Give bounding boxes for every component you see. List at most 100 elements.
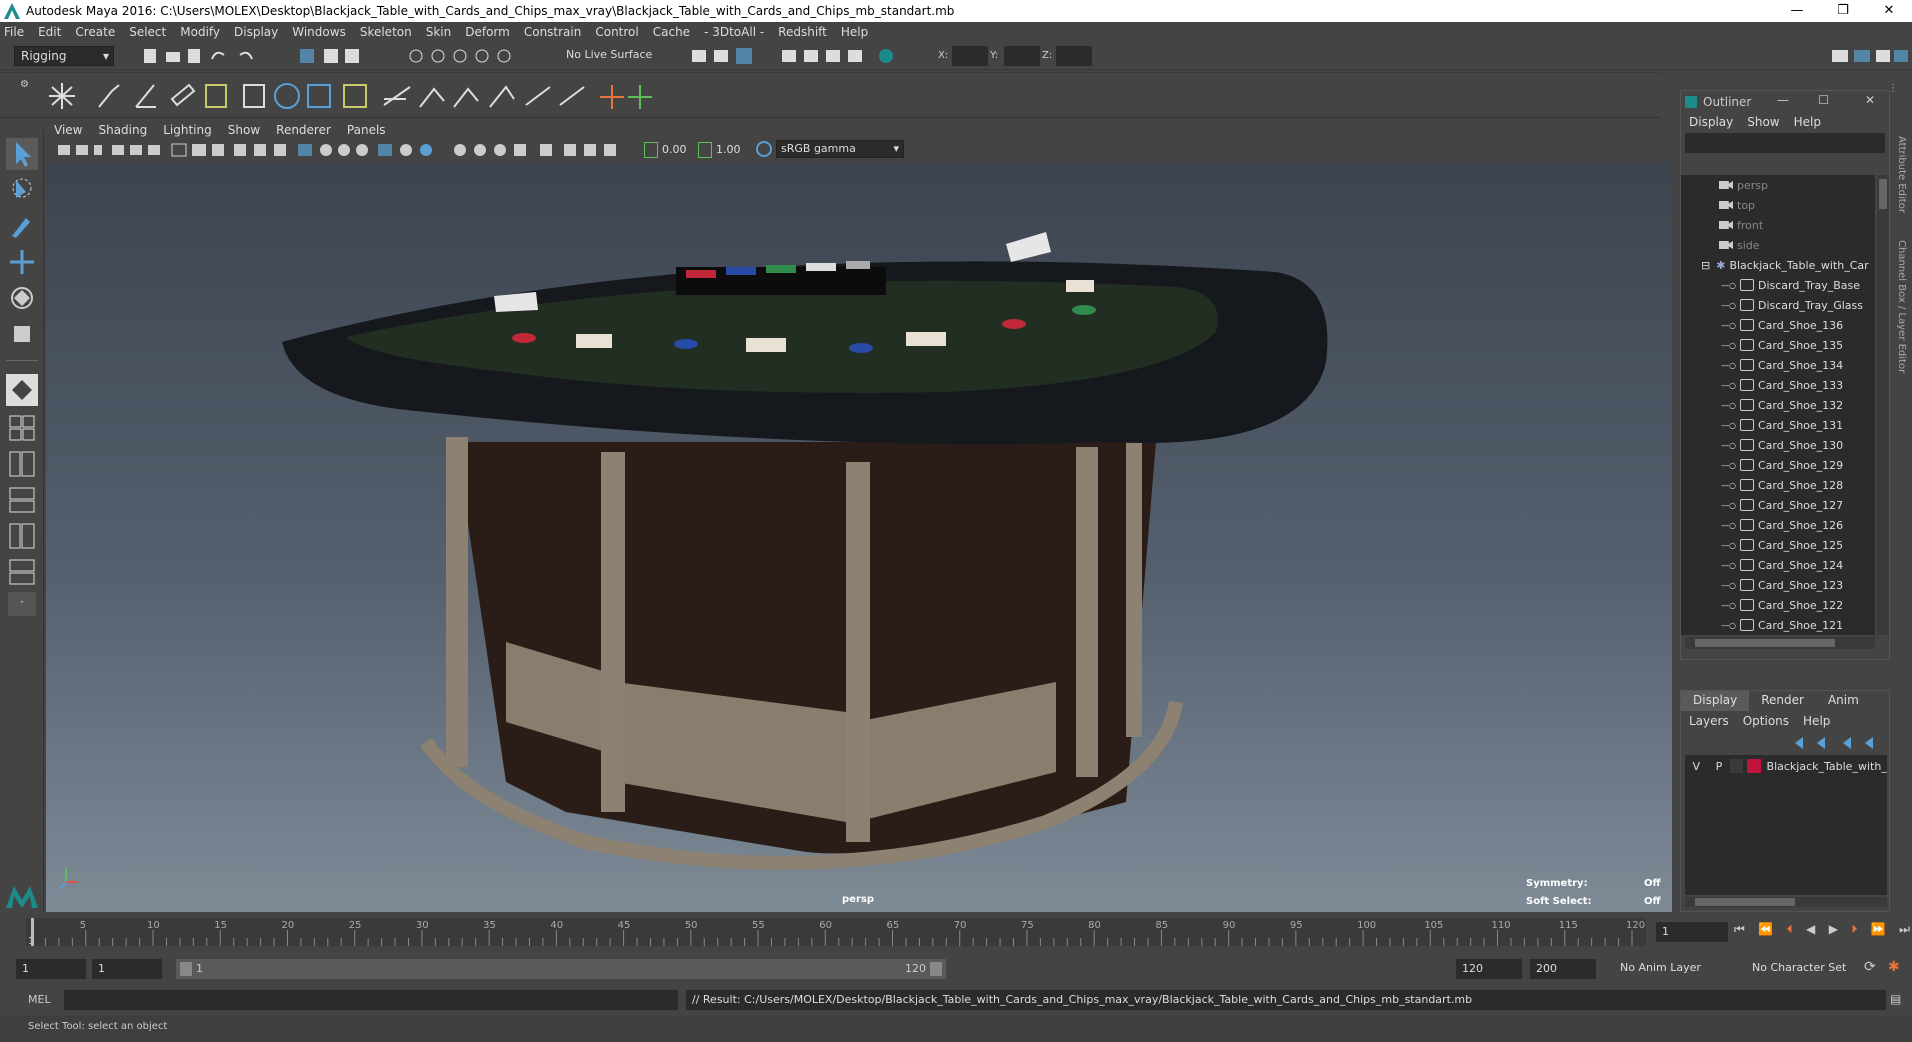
gamma-icon[interactable] xyxy=(698,142,712,158)
viewport-menu-lighting[interactable]: Lighting xyxy=(163,123,212,137)
layer-row[interactable]: V P Blackjack_Table_with_C xyxy=(1685,755,1887,777)
minimize-button[interactable]: — xyxy=(1774,0,1820,22)
workspace-icons[interactable] xyxy=(1830,47,1910,65)
maximize-icon[interactable]: ☐ xyxy=(1818,93,1829,107)
statusline-icons[interactable] xyxy=(140,47,780,65)
perspective-viewport[interactable]: persp Symmetry: Off Soft Select: Off xyxy=(46,162,1672,912)
outliner-hscrollbar[interactable] xyxy=(1685,637,1875,649)
gamma-field[interactable]: 1.00 xyxy=(716,143,741,156)
menu-windows[interactable]: Windows xyxy=(292,25,346,39)
panel-toolbar-icons[interactable] xyxy=(54,141,734,159)
layer-type-toggle[interactable] xyxy=(1730,759,1744,773)
layout-more-icon[interactable]: · xyxy=(8,592,36,616)
x-input[interactable] xyxy=(952,46,988,66)
attribute-editor-tab[interactable]: Attribute Editor xyxy=(1896,136,1907,213)
playback-end-field[interactable]: 120 xyxy=(1456,959,1522,979)
persp-graph-layout-icon[interactable] xyxy=(6,484,38,516)
command-input[interactable] xyxy=(64,990,678,1010)
outliner-item[interactable]: —○ Card_Shoe_132 xyxy=(1681,395,1875,415)
menu-control[interactable]: Control xyxy=(595,25,638,39)
menu-help[interactable]: Help xyxy=(841,25,868,39)
close-icon[interactable]: ✕ xyxy=(1865,93,1875,107)
anim-layer-dropdown[interactable]: No Anim Layer xyxy=(1620,961,1730,974)
menu-skin[interactable]: Skin xyxy=(426,25,452,39)
outliner-item[interactable]: top xyxy=(1681,195,1875,215)
menu-set-dropdown[interactable]: Rigging ▾ xyxy=(14,46,114,66)
viewport-menu-view[interactable]: View xyxy=(54,123,82,137)
timeline-ruler[interactable]: 1510152025303540455055606570758085909510… xyxy=(26,918,1646,946)
outliner-item[interactable]: front xyxy=(1681,215,1875,235)
menu-file[interactable]: File xyxy=(4,25,24,39)
select-tool-icon[interactable] xyxy=(6,138,38,170)
play-forwards-icon[interactable]: ▶ xyxy=(1829,922,1838,942)
go-to-end-icon[interactable]: ⏭ xyxy=(1899,922,1910,942)
range-start-handle[interactable] xyxy=(180,962,192,976)
layer-tab-anim[interactable]: Anim xyxy=(1816,691,1871,711)
menu-select[interactable]: Select xyxy=(129,25,166,39)
play-backwards-icon[interactable]: ◀ xyxy=(1806,922,1815,942)
animation-start-field[interactable]: 1 xyxy=(16,959,86,979)
restore-button[interactable]: ❐ xyxy=(1820,0,1866,22)
outliner-item[interactable]: —○ Card_Shoe_121 xyxy=(1681,615,1875,635)
layer-menu-help[interactable]: Help xyxy=(1803,714,1830,728)
viewport-menu-panels[interactable]: Panels xyxy=(347,123,386,137)
move-tool-icon[interactable] xyxy=(6,246,38,278)
viewport-menu-show[interactable]: Show xyxy=(228,123,260,137)
scale-tool-icon[interactable] xyxy=(6,318,38,350)
menu-create[interactable]: Create xyxy=(75,25,115,39)
lasso-tool-icon[interactable] xyxy=(6,174,38,206)
four-view-layout-icon[interactable] xyxy=(6,412,38,444)
color-management-icon[interactable] xyxy=(756,141,772,157)
menu-modify[interactable]: Modify xyxy=(180,25,220,39)
auto-key-icon[interactable]: ⟳ xyxy=(1864,959,1876,975)
menu-redshift[interactable]: Redshift xyxy=(778,25,827,39)
outliner-item[interactable]: —○ Card_Shoe_126 xyxy=(1681,515,1875,535)
outliner-menu-display[interactable]: Display xyxy=(1689,115,1733,129)
layer-visibility-toggle[interactable]: V xyxy=(1685,760,1708,773)
step-forward-icon[interactable]: ⏩ xyxy=(1871,922,1886,942)
outliner-item[interactable]: —○ Card_Shoe_122 xyxy=(1681,595,1875,615)
rigging-shelf-tools[interactable] xyxy=(44,79,684,113)
step-back-key-icon[interactable]: ⏴ xyxy=(1787,922,1793,942)
outliner-item[interactable]: —○ Card_Shoe_124 xyxy=(1681,555,1875,575)
z-input[interactable] xyxy=(1056,46,1092,66)
menu-constrain[interactable]: Constrain xyxy=(524,25,582,39)
outliner-item[interactable]: —○ Card_Shoe_125 xyxy=(1681,535,1875,555)
menu-display[interactable]: Display xyxy=(234,25,278,39)
outliner-item[interactable]: —○ Card_Shoe_133 xyxy=(1681,375,1875,395)
outliner-item[interactable]: —○ Discard_Tray_Glass xyxy=(1681,295,1875,315)
rotate-tool-icon[interactable] xyxy=(6,282,38,314)
viewport-menu-renderer[interactable]: Renderer xyxy=(276,123,331,137)
outliner-menu-help[interactable]: Help xyxy=(1794,115,1821,129)
script-editor-icon[interactable]: ▤ xyxy=(1890,992,1901,1006)
range-end-handle[interactable] xyxy=(930,962,942,976)
outliner-item[interactable]: —○ Card_Shoe_134 xyxy=(1681,355,1875,375)
uv-editor-layout-icon[interactable] xyxy=(6,556,38,588)
menu-deform[interactable]: Deform xyxy=(465,25,510,39)
live-surface-field[interactable]: No Live Surface xyxy=(566,48,652,61)
animation-end-field[interactable]: 200 xyxy=(1530,959,1596,979)
layer-tab-display[interactable]: Display xyxy=(1681,691,1750,711)
outliner-scrollbar[interactable] xyxy=(1877,175,1889,635)
layer-menu-layers[interactable]: Layers xyxy=(1689,714,1729,728)
menu-edit[interactable]: Edit xyxy=(38,25,61,39)
outliner-item[interactable]: —○ Card_Shoe_129 xyxy=(1681,455,1875,475)
outliner-item[interactable]: side xyxy=(1681,235,1875,255)
outliner-item[interactable]: —○ Card_Shoe_136 xyxy=(1681,315,1875,335)
collapse-toggle-icon[interactable]: ⊟ xyxy=(1701,259,1710,272)
hypershade-layout-icon[interactable] xyxy=(6,520,38,552)
channel-box-tab[interactable]: Channel Box / Layer Editor xyxy=(1896,240,1907,373)
outliner-item[interactable]: —○ Discard_Tray_Base xyxy=(1681,275,1875,295)
outliner-item[interactable]: —○ Card_Shoe_127 xyxy=(1681,495,1875,515)
outliner-item[interactable]: —○ Card_Shoe_123 xyxy=(1681,575,1875,595)
character-set-dropdown[interactable]: No Character Set xyxy=(1752,961,1870,974)
render-icons[interactable] xyxy=(690,47,910,65)
current-time-indicator[interactable] xyxy=(31,918,34,946)
persp-outliner-layout-icon[interactable] xyxy=(6,448,38,480)
layer-menu-options[interactable]: Options xyxy=(1743,714,1789,728)
script-language-toggle[interactable]: MEL xyxy=(28,993,51,1006)
playback-start-field[interactable]: 1 xyxy=(92,959,162,979)
y-input[interactable] xyxy=(1004,46,1040,66)
paint-select-tool-icon[interactable] xyxy=(6,210,38,242)
outliner-item[interactable]: —○ Card_Shoe_130 xyxy=(1681,435,1875,455)
